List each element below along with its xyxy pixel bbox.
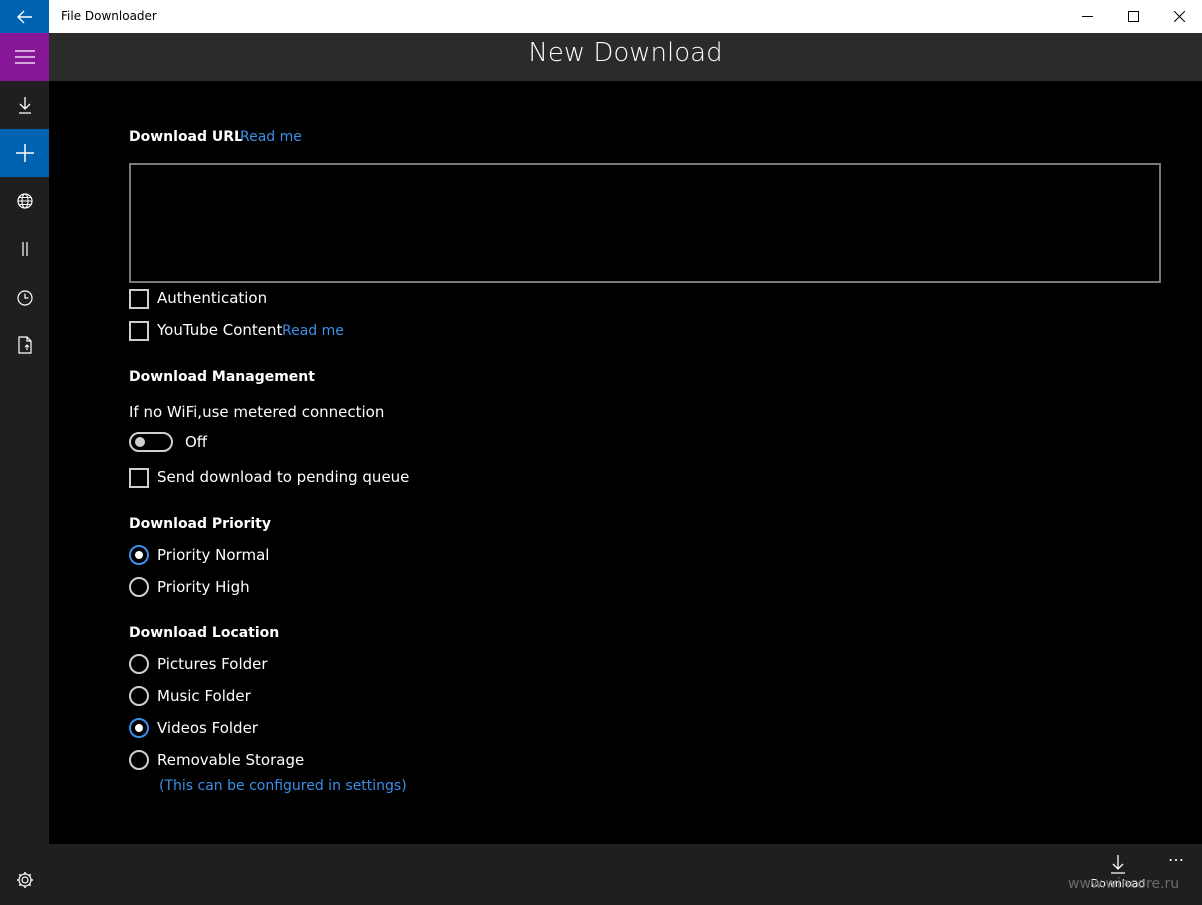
nav-item-settings[interactable] <box>0 856 49 904</box>
hamburger-icon <box>14 50 35 64</box>
minimize-button[interactable] <box>1064 0 1110 33</box>
location-heading: Download Location <box>129 625 280 641</box>
removable-storage-radio[interactable] <box>129 750 149 770</box>
toggle-knob <box>135 437 145 447</box>
watermark: www.wincore.ru <box>1068 876 1180 892</box>
management-heading: Download Management <box>129 369 315 385</box>
maximize-icon <box>1127 11 1139 22</box>
page-title: New Download <box>528 38 723 68</box>
new-download-form: Download URL Read me Authentication YouT… <box>49 81 1202 844</box>
removable-storage-label: Removable Storage <box>157 751 305 769</box>
location-settings-note[interactable]: (This can be configured in settings) <box>159 778 407 794</box>
globe-icon <box>16 193 33 209</box>
pause-icon <box>21 242 28 256</box>
pending-queue-checkbox[interactable] <box>129 468 149 488</box>
priority-normal-radio[interactable] <box>129 545 149 565</box>
metered-toggle[interactable] <box>129 432 173 452</box>
gear-icon <box>16 872 33 888</box>
music-folder-label: Music Folder <box>157 687 251 705</box>
nav-item-history[interactable] <box>0 274 49 322</box>
nav-rail <box>0 33 49 905</box>
priority-high-radio[interactable] <box>129 577 149 597</box>
metered-state: Off <box>185 433 208 451</box>
hamburger-button[interactable] <box>0 33 49 81</box>
nav-item-paused[interactable] <box>0 225 49 273</box>
nav-item-files[interactable] <box>0 321 49 369</box>
youtube-checkbox[interactable] <box>129 321 149 341</box>
nav-item-new-download[interactable] <box>0 129 49 177</box>
file-icon <box>17 336 32 354</box>
arrow-left-icon <box>16 10 32 23</box>
priority-high-label: Priority High <box>157 578 250 596</box>
authentication-label: Authentication <box>157 289 268 307</box>
close-icon <box>1173 11 1185 22</box>
youtube-label: YouTube Content <box>157 321 283 339</box>
more-options-button[interactable]: … <box>1161 846 1191 866</box>
authentication-checkbox[interactable] <box>129 289 149 309</box>
back-button[interactable] <box>0 0 49 33</box>
minimize-icon <box>1081 16 1093 17</box>
close-button[interactable] <box>1156 0 1202 33</box>
pending-queue-label: Send download to pending queue <box>157 468 410 486</box>
page-header: New Download <box>49 33 1202 81</box>
priority-heading: Download Priority <box>129 516 272 532</box>
videos-folder-radio[interactable] <box>129 718 149 738</box>
music-folder-radio[interactable] <box>129 686 149 706</box>
download-icon <box>18 97 31 114</box>
priority-normal-label: Priority Normal <box>157 546 270 564</box>
url-input[interactable] <box>129 163 1161 283</box>
command-bar: Download … <box>49 844 1202 905</box>
download-icon <box>1111 855 1125 874</box>
metered-label: If no WiFi,use metered connection <box>129 403 385 421</box>
app-title: File Downloader <box>61 9 157 23</box>
url-readme-link[interactable]: Read me <box>240 129 302 145</box>
youtube-readme-link[interactable]: Read me <box>282 323 344 339</box>
title-bar: File Downloader <box>0 0 1202 33</box>
maximize-button[interactable] <box>1110 0 1156 33</box>
videos-folder-label: Videos Folder <box>157 719 258 737</box>
nav-item-downloads[interactable] <box>0 81 49 129</box>
clock-icon <box>16 290 33 306</box>
pictures-folder-radio[interactable] <box>129 654 149 674</box>
nav-item-browser[interactable] <box>0 177 49 225</box>
url-label: Download URL <box>129 129 243 145</box>
pictures-folder-label: Pictures Folder <box>157 655 268 673</box>
plus-icon <box>15 144 34 162</box>
